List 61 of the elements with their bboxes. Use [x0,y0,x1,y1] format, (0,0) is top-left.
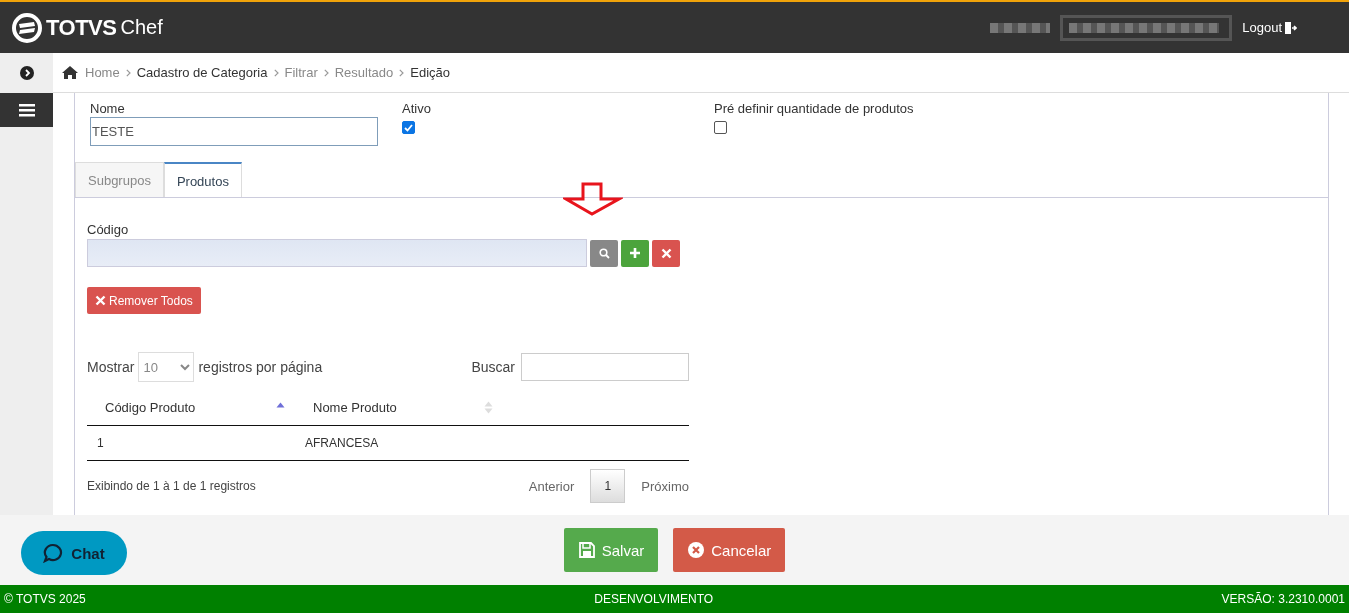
tab[interactable]: Produtos [163,162,242,198]
chevron-circle-icon[interactable] [19,66,34,80]
search-icon [598,247,610,259]
table-info: Exibindo de 1 à 1 de 1 registros [87,479,256,493]
product-name: Chef [120,16,163,39]
chevron-right-icon [399,68,405,77]
close-icon [660,247,672,259]
sort-up-icon[interactable] [276,402,285,408]
show-label: Mostrar [87,359,135,375]
save-button[interactable]: Salvar [563,528,659,572]
page-size-select[interactable]: 10 [138,352,195,382]
brand-name: TOTVS [46,14,117,41]
chevron-right-icon [323,68,329,77]
table-cell: AFRANCESA [295,425,503,461]
breadcrumb-link[interactable]: Edição [410,65,450,80]
column-header[interactable]: Código Produto [105,400,196,415]
search-label: Buscar [471,359,515,375]
page-button[interactable]: 1 [590,469,626,503]
version-text: VERSÃO: 3.2310.0001 [1221,592,1345,606]
field-label: Ativo [402,101,432,116]
previous-link[interactable]: Anterior [528,478,575,494]
copyright-text: © TOTVS 2025 [4,592,86,606]
redacted-user [990,22,1051,33]
menu-icon [18,103,35,117]
search-input[interactable] [521,353,689,381]
field-label: Pré definir quantidade de produtos [714,101,915,116]
column-header[interactable]: Nome Produto [313,400,397,415]
chat-bubble-icon [43,543,64,563]
breadcrumb-link[interactable]: Home [85,65,120,80]
menu-button[interactable] [0,93,53,127]
plus-icon [629,247,641,259]
name-input[interactable]: TESTE [90,117,378,146]
down-arrow-drawing [563,182,623,216]
close-icon [95,295,106,306]
breadcrumb-link[interactable]: Filtrar [284,65,318,80]
logout-link[interactable]: Logout [1242,20,1297,35]
account-selector[interactable] [1060,14,1233,41]
home-icon[interactable] [61,65,79,80]
close-circle-icon [687,541,706,559]
code-input[interactable] [87,239,587,267]
table-cell: 1 [87,425,295,461]
chat-button[interactable]: Chat [21,531,127,575]
cancel-button[interactable]: Cancelar [673,528,786,572]
checkbox[interactable] [402,121,415,134]
search-button[interactable] [590,239,618,267]
breadcrumb-link[interactable]: Resultado [334,65,394,80]
clear-button[interactable] [652,239,680,267]
field-label: Código [87,222,129,237]
add-button[interactable] [621,239,649,267]
next-link[interactable]: Próximo [641,478,689,494]
logo-icon [12,12,42,43]
chevron-right-icon [125,68,131,77]
logout-icon [1284,20,1297,35]
breadcrumb-link[interactable]: Cadastro de Categoria [136,65,268,80]
environment-label: DESENVOLVIMENTO [594,592,714,606]
tab[interactable]: Subgrupos [75,162,164,198]
chevron-right-icon [273,68,279,77]
checkbox[interactable] [714,121,727,134]
per-page-label: registros por página [198,359,323,375]
remove-all-button[interactable]: Remover Todos [87,287,201,314]
field-label: Nome [90,101,126,116]
